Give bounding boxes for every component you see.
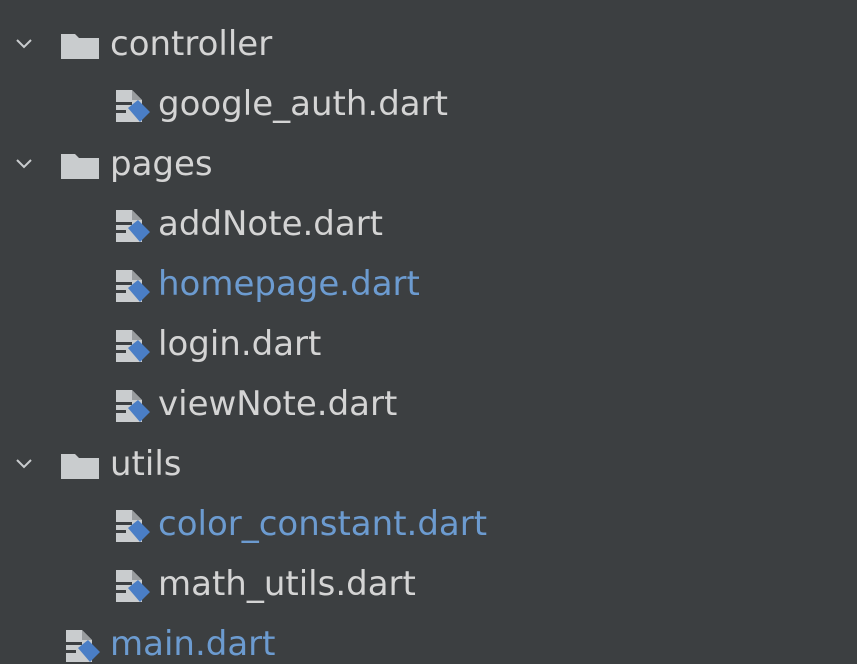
project-tree: controller google_auth.dart pages addNot… — [0, 0, 857, 664]
tree-folder-utils[interactable]: utils — [0, 434, 857, 494]
tree-file-homepage[interactable]: homepage.dart — [0, 254, 857, 314]
tree-item-label: utils — [110, 444, 182, 484]
dart-file-icon — [112, 204, 156, 244]
dart-file-icon — [112, 564, 156, 604]
tree-file-addnote[interactable]: addNote.dart — [0, 194, 857, 254]
tree-item-label: google_auth.dart — [158, 84, 448, 124]
chevron-down-icon[interactable] — [12, 32, 36, 56]
folder-icon — [60, 449, 100, 479]
tree-item-label: main.dart — [110, 624, 276, 664]
tree-folder-pages[interactable]: pages — [0, 134, 857, 194]
tree-item-label: login.dart — [158, 324, 322, 364]
dart-file-icon — [112, 84, 156, 124]
tree-item-label: viewNote.dart — [158, 384, 398, 424]
tree-item-label: controller — [110, 24, 273, 64]
tree-file-viewnote[interactable]: viewNote.dart — [0, 374, 857, 434]
tree-item-label: homepage.dart — [158, 264, 420, 304]
tree-item-label: pages — [110, 144, 213, 184]
tree-item-label: color_constant.dart — [158, 504, 488, 544]
tree-folder-controller[interactable]: controller — [0, 14, 857, 74]
chevron-down-icon[interactable] — [12, 452, 36, 476]
folder-icon — [60, 149, 100, 179]
tree-file-main[interactable]: main.dart — [0, 614, 857, 664]
chevron-down-icon[interactable] — [12, 152, 36, 176]
dart-file-icon — [112, 264, 156, 304]
tree-item-label: addNote.dart — [158, 204, 384, 244]
tree-item-label: math_utils.dart — [158, 564, 416, 604]
dart-file-icon — [112, 324, 156, 364]
folder-icon — [60, 29, 100, 59]
tree-file-login[interactable]: login.dart — [0, 314, 857, 374]
tree-file-color-constant[interactable]: color_constant.dart — [0, 494, 857, 554]
dart-file-icon — [62, 624, 106, 664]
dart-file-icon — [112, 384, 156, 424]
tree-file-math-utils[interactable]: math_utils.dart — [0, 554, 857, 614]
dart-file-icon — [112, 504, 156, 544]
tree-file-google-auth[interactable]: google_auth.dart — [0, 74, 857, 134]
